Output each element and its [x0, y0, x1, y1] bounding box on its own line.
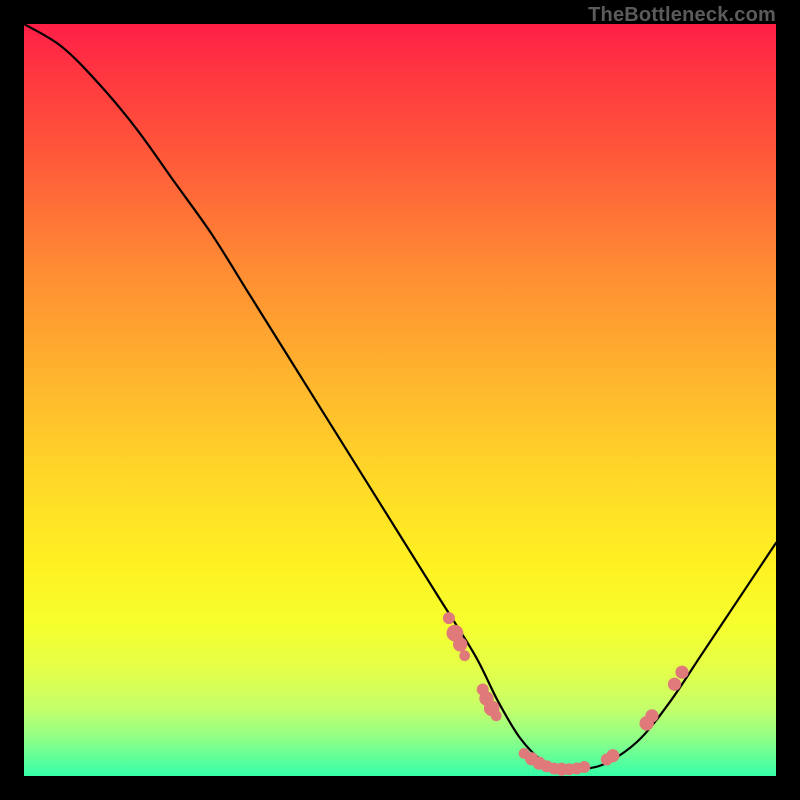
chart-area: [24, 24, 776, 776]
bottleneck-curve-path: [24, 24, 776, 769]
curve-markers: [443, 612, 689, 776]
curve-marker: [606, 749, 619, 762]
curve-marker: [453, 637, 467, 651]
curve-marker: [443, 612, 455, 624]
bottleneck-curve-svg: [24, 24, 776, 776]
curve-marker: [459, 650, 470, 661]
curve-marker: [668, 678, 681, 691]
curve-marker: [645, 709, 658, 722]
curve-marker: [675, 666, 688, 679]
curve-marker: [491, 710, 502, 721]
curve-marker: [578, 761, 590, 773]
